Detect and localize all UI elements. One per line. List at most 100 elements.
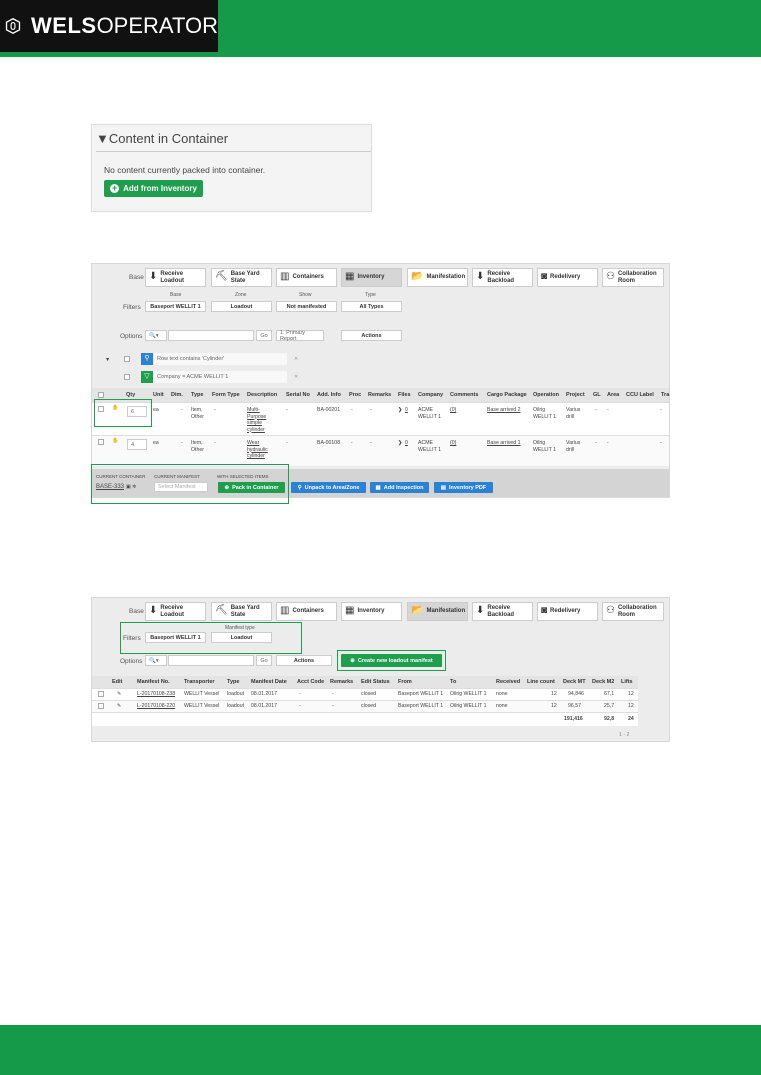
col-description[interactable]: Description xyxy=(247,392,277,398)
col-qty[interactable]: Qty xyxy=(126,392,135,398)
go-button[interactable]: Go xyxy=(256,330,272,341)
collapse-triangle-icon[interactable]: ▼ xyxy=(96,131,109,146)
col-acct-code[interactable]: Acct Code xyxy=(297,679,324,685)
tab-collaboration[interactable]: ⚇ Collaboration Room xyxy=(602,602,664,621)
col-unit[interactable]: Unit xyxy=(153,392,164,398)
remove-filter-icon[interactable]: ✕ xyxy=(294,356,298,363)
cell-description[interactable]: Wear hydraulic cylinder xyxy=(247,440,277,460)
col-manifest-date[interactable]: Manifest Date xyxy=(251,679,287,685)
row-checkbox[interactable] xyxy=(98,703,104,709)
tab-base-yard[interactable]: ⛏ Base Yard State xyxy=(211,268,272,287)
files-chevron-icon[interactable]: ❯ xyxy=(398,407,402,414)
zone-select[interactable]: Loadout xyxy=(211,301,272,312)
col-proc[interactable]: Proc xyxy=(349,392,361,398)
col-company[interactable]: Company xyxy=(418,392,443,398)
col-to[interactable]: To xyxy=(450,679,456,685)
collab-icon: ⚇ xyxy=(606,605,615,617)
inventory-pdf-button[interactable]: ▤ Inventory PDF xyxy=(434,482,493,493)
add-inspection-button[interactable]: ▦ Add Inspection xyxy=(370,482,429,493)
col-dim[interactable]: Dim. xyxy=(171,392,183,398)
cell-manifest-no[interactable]: L-20170108-220 xyxy=(137,703,175,710)
qty-input[interactable]: 4 xyxy=(127,439,147,450)
col-comments[interactable]: Comments xyxy=(450,392,478,398)
cell-cargo-package[interactable]: Base arrived 2 xyxy=(487,407,520,414)
cell-comments[interactable]: (0) xyxy=(450,407,456,414)
edit-pencil-icon[interactable]: ✎ xyxy=(117,691,121,698)
col-line-count[interactable]: Line count xyxy=(527,679,555,685)
filter-checkbox[interactable] xyxy=(124,374,130,380)
col-files[interactable]: Files xyxy=(398,392,411,398)
col-form-type[interactable]: Form Type xyxy=(212,392,240,398)
cell-files[interactable]: 0 xyxy=(405,407,408,414)
col-type[interactable]: Type xyxy=(227,679,239,685)
col-operation[interactable]: Operation xyxy=(533,392,559,398)
row-checkbox[interactable] xyxy=(98,439,104,445)
cell-comments[interactable]: (0) xyxy=(450,440,456,447)
row-checkbox[interactable] xyxy=(98,691,104,697)
col-project[interactable]: Project xyxy=(566,392,585,398)
tab-collaboration[interactable]: ⚇ Collaboration Room xyxy=(602,268,664,287)
search-input[interactable] xyxy=(168,330,254,341)
type-select[interactable]: All Types xyxy=(341,301,402,312)
col-lifts[interactable]: Lifts xyxy=(621,679,633,685)
add-from-inventory-button[interactable]: + Add from Inventory xyxy=(104,180,203,197)
pagination[interactable]: 1 - 2 xyxy=(619,732,629,739)
tab-redelivery[interactable]: ◙ Redelivery xyxy=(537,602,598,621)
tab-inventory[interactable]: ▦ Inventory xyxy=(341,602,402,621)
filter-row-text[interactable]: Row text contains 'Cylinder' xyxy=(154,353,287,365)
tab-manifestation[interactable]: 📂 Manifestation xyxy=(407,602,468,621)
tab-base-yard[interactable]: ⛏ Base Yard State xyxy=(211,602,272,621)
col-transporter[interactable]: Transporter xyxy=(184,679,215,685)
cell-description[interactable]: Multi-Purpose simple cylinder xyxy=(247,407,277,433)
tab-receive-loadout[interactable]: ⬇ Receive Loadout xyxy=(145,602,206,621)
tab-receive-loadout[interactable]: ⬇ Receive Loadout xyxy=(145,268,206,287)
col-tra[interactable]: Tra xyxy=(661,392,669,398)
show-select[interactable]: Not manifested xyxy=(276,301,337,312)
col-deck-mt[interactable]: Deck MT xyxy=(563,679,586,685)
cell-files[interactable]: 0 xyxy=(405,440,408,447)
tab-receive-backload[interactable]: ⬇ Receive Backload xyxy=(472,602,533,621)
tab-containers[interactable]: ▥ Containers xyxy=(276,602,337,621)
col-area[interactable]: Area xyxy=(607,392,619,398)
collapse-filters-icon[interactable]: ▼ xyxy=(105,357,110,364)
edit-pencil-icon[interactable]: ✎ xyxy=(117,703,121,710)
tab-manifestation[interactable]: 📂 Manifestation xyxy=(407,268,468,287)
col-from[interactable]: From xyxy=(398,679,412,685)
tab-redelivery[interactable]: ◙ Redelivery xyxy=(537,268,598,287)
search-column-dropdown[interactable]: 🔍▾ xyxy=(145,655,167,666)
search-input[interactable] xyxy=(168,655,254,666)
col-type[interactable]: Type xyxy=(191,392,203,398)
remove-filter-icon[interactable]: ✕ xyxy=(294,374,298,381)
options-label: Options xyxy=(120,333,143,340)
actions-menu[interactable]: Actions xyxy=(341,330,402,341)
cell-manifest-no[interactable]: L-20170108-238 xyxy=(137,691,175,698)
col-ccu-label[interactable]: CCU Label xyxy=(626,392,654,398)
cell-cargo-package[interactable]: Base arrived 1 xyxy=(487,440,520,447)
panel-title[interactable]: ▼Content in Container xyxy=(96,131,228,146)
col-gl[interactable]: GL xyxy=(593,392,601,398)
report-select[interactable]: 1. Primary Report xyxy=(276,330,324,342)
base-select[interactable]: Baseport WELLIT 1 xyxy=(145,301,206,312)
col-edit[interactable]: Edit xyxy=(112,679,122,685)
col-edit-status[interactable]: Edit Status xyxy=(361,679,390,685)
files-chevron-icon[interactable]: ❯ xyxy=(398,440,402,447)
filter-row-company[interactable]: Company = ACME WELLIT 1 xyxy=(154,371,287,383)
col-deck-m2[interactable]: Deck M2 xyxy=(592,679,614,685)
col-received[interactable]: Received xyxy=(496,679,520,685)
col-manifest-no[interactable]: Manifest No. xyxy=(137,679,170,685)
col-cargo-package[interactable]: Cargo Package xyxy=(487,392,527,398)
tab-receive-backload[interactable]: ⬇ Receive Backload xyxy=(472,268,533,287)
col-remarks[interactable]: Remarks xyxy=(330,679,353,685)
search-column-dropdown[interactable]: 🔍▾ xyxy=(145,330,167,341)
go-button[interactable]: Go xyxy=(256,655,272,666)
hand-icon[interactable]: ✋ xyxy=(112,438,118,445)
actions-menu[interactable]: Actions xyxy=(276,655,332,666)
unpack-button[interactable]: ⚲ Unpack to Area/Zone xyxy=(291,482,366,493)
filter-checkbox[interactable] xyxy=(124,356,130,362)
tab-inventory[interactable]: ▦ Inventory xyxy=(341,268,402,287)
col-add-info[interactable]: Add. Info xyxy=(317,392,341,398)
select-all-checkbox[interactable] xyxy=(98,392,104,398)
tab-containers[interactable]: ▥ Containers xyxy=(276,268,337,287)
col-serial[interactable]: Serial No xyxy=(286,392,310,398)
col-remarks[interactable]: Remarks xyxy=(368,392,391,398)
